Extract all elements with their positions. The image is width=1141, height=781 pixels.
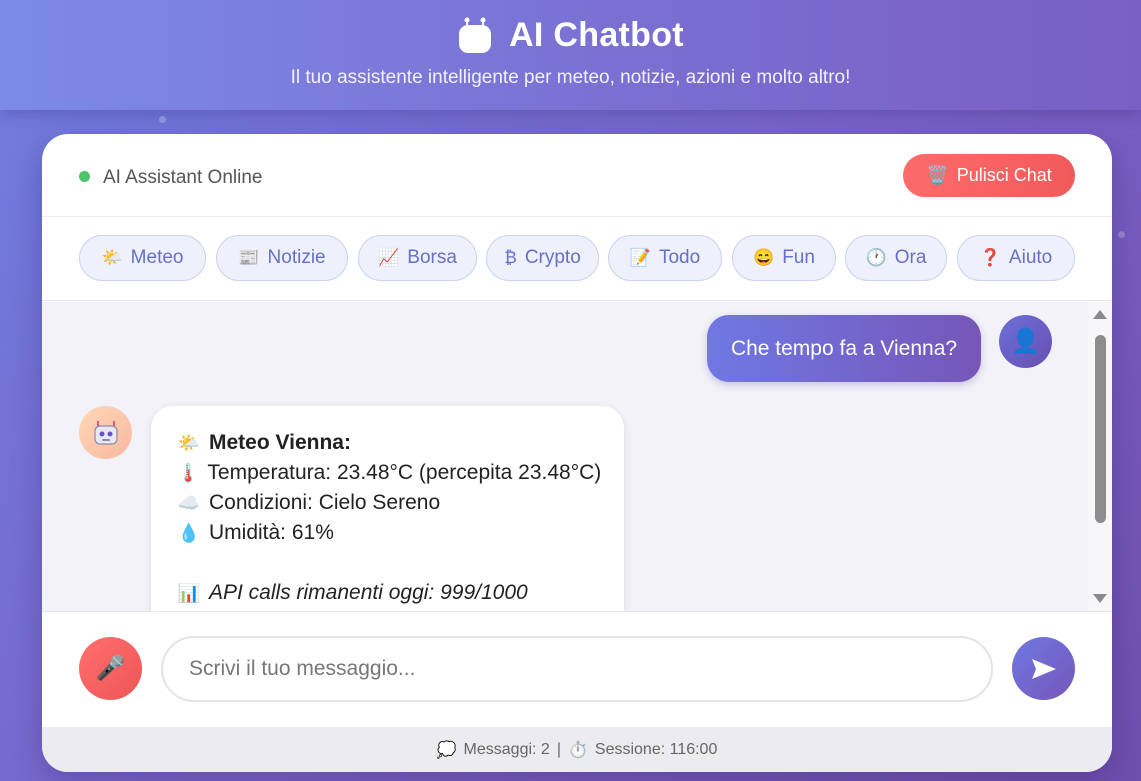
decorative-dot xyxy=(1118,231,1125,238)
quick-action-label: Aiuto xyxy=(1008,247,1053,268)
footer-separator: | xyxy=(556,740,561,758)
bot-line-text: Temperatura: 23.48°C (percepita 23.48°C) xyxy=(207,461,602,484)
status-text: AI Assistant Online xyxy=(103,167,263,188)
app-header: AI Chatbot Il tuo assistente intelligent… xyxy=(0,0,1141,110)
memo-icon: 📝 xyxy=(629,248,651,267)
stopwatch-icon: ⏱️ xyxy=(567,741,588,759)
quick-action-label: Crypto xyxy=(524,247,581,268)
smile-icon: 😄 xyxy=(753,248,775,267)
chart-up-icon: 📈 xyxy=(378,248,400,267)
title-row: AI Chatbot xyxy=(0,16,1141,55)
quick-action-meteo[interactable]: 🌤️ Meteo xyxy=(79,235,206,281)
status-bar: AI Assistant Online 🗑️ Pulisci Chat xyxy=(42,134,1112,217)
quick-action-todo[interactable]: 📝 Todo xyxy=(608,235,722,281)
quick-action-borsa[interactable]: 📈 Borsa xyxy=(358,235,477,281)
user-message-text: Che tempo fa a Vienna? xyxy=(730,336,958,360)
newspaper-icon: 📰 xyxy=(238,248,260,267)
quick-actions-bar: 🌤️ Meteo 📰 Notizie 📈 Borsa ₿ Crypto 📝 To… xyxy=(42,217,1112,301)
question-icon: ❓ xyxy=(979,248,1001,267)
chat-card: AI Assistant Online 🗑️ Pulisci Chat 🌤️ M… xyxy=(42,134,1112,772)
decorative-dot xyxy=(159,116,166,123)
message-input[interactable] xyxy=(161,636,993,702)
quick-action-fun[interactable]: 😄 Fun xyxy=(732,235,836,281)
input-bar: 🎤 xyxy=(42,611,1112,727)
quick-action-label: Meteo xyxy=(130,247,184,268)
weather-icon: 🌤️ xyxy=(101,248,123,267)
scroll-down-arrow-icon[interactable] xyxy=(1093,594,1107,603)
quick-action-label: Borsa xyxy=(407,247,457,268)
app-subtitle: Il tuo assistente intelligente per meteo… xyxy=(290,67,851,88)
cloud-icon: ☁️ xyxy=(177,493,201,513)
droplet-icon: 💧 xyxy=(177,523,201,543)
quick-action-label: Todo xyxy=(658,247,701,268)
quick-action-label: Fun xyxy=(782,247,815,268)
scroll-up-arrow-icon[interactable] xyxy=(1093,310,1107,319)
bot-line-conditions: ☁️ Condizioni: Cielo Sereno xyxy=(177,488,598,518)
quick-action-notizie[interactable]: 📰 Notizie xyxy=(216,235,348,281)
bot-line-api-calls: 📊 API calls rimanenti oggi: 999/1000 xyxy=(177,578,598,608)
trash-icon: 🗑️ xyxy=(926,165,949,185)
thermometer-icon: 🌡️ xyxy=(177,463,200,483)
bot-line-temperature: 🌡️ Temperatura: 23.48°C (percepita 23.48… xyxy=(177,458,602,488)
bot-icon xyxy=(93,420,118,445)
session-footer: 💭 Messaggi: 2 | ⏱️ Sessione: 116:00 xyxy=(42,727,1112,772)
bar-chart-icon: 📊 xyxy=(177,583,201,603)
clock-icon: 🕐 xyxy=(865,248,887,267)
chat-messages[interactable]: Che tempo fa a Vienna? 👤 🌤️ Meteo Vienna… xyxy=(42,302,1088,611)
scrollbar-thumb[interactable] xyxy=(1095,335,1106,523)
clear-chat-button[interactable]: 🗑️ Pulisci Chat xyxy=(903,154,1075,197)
quick-action-aiuto[interactable]: ❓ Aiuto xyxy=(957,235,1075,281)
bitcoin-icon: ₿ xyxy=(504,248,517,267)
bot-avatar xyxy=(79,406,132,459)
thought-bubble-icon: 💭 xyxy=(436,741,457,759)
microphone-icon: 🎤 xyxy=(95,655,126,682)
chat-scrollbar[interactable] xyxy=(1088,302,1112,611)
bot-line-text: API calls rimanenti oggi: 999/1000 xyxy=(209,581,528,604)
quick-action-label: Notizie xyxy=(267,247,326,268)
bot-message: 🌤️ Meteo Vienna: 🌡️ Temperatura: 23.48°C… xyxy=(151,406,624,611)
user-icon: 👤 xyxy=(1010,328,1041,355)
send-icon xyxy=(1031,658,1056,679)
microphone-button[interactable]: 🎤 xyxy=(79,637,142,700)
bot-line-spacer xyxy=(177,548,598,578)
online-status-dot xyxy=(79,171,90,182)
message-count: Messaggi: 2 xyxy=(463,740,550,758)
quick-action-label: Ora xyxy=(894,247,927,268)
bot-line-title: 🌤️ Meteo Vienna: xyxy=(177,428,598,458)
bot-line-text: Condizioni: Cielo Sereno xyxy=(209,491,441,514)
bot-line-text: Meteo Vienna: xyxy=(209,431,351,454)
user-message: Che tempo fa a Vienna? xyxy=(707,315,981,382)
bot-line-humidity: 💧 Umidità: 61% xyxy=(177,518,598,548)
quick-action-ora[interactable]: 🕐 Ora xyxy=(845,235,947,281)
send-button[interactable] xyxy=(1012,637,1075,700)
session-time: Sessione: 116:00 xyxy=(594,740,718,758)
app-title: AI Chatbot xyxy=(509,16,684,54)
quick-action-crypto[interactable]: ₿ Crypto xyxy=(486,235,599,281)
user-avatar: 👤 xyxy=(999,315,1052,368)
clear-chat-label: Pulisci Chat xyxy=(956,165,1052,185)
bot-line-text: Umidità: 61% xyxy=(209,521,334,544)
weather-icon: 🌤️ xyxy=(177,433,201,453)
robot-icon xyxy=(457,17,493,55)
